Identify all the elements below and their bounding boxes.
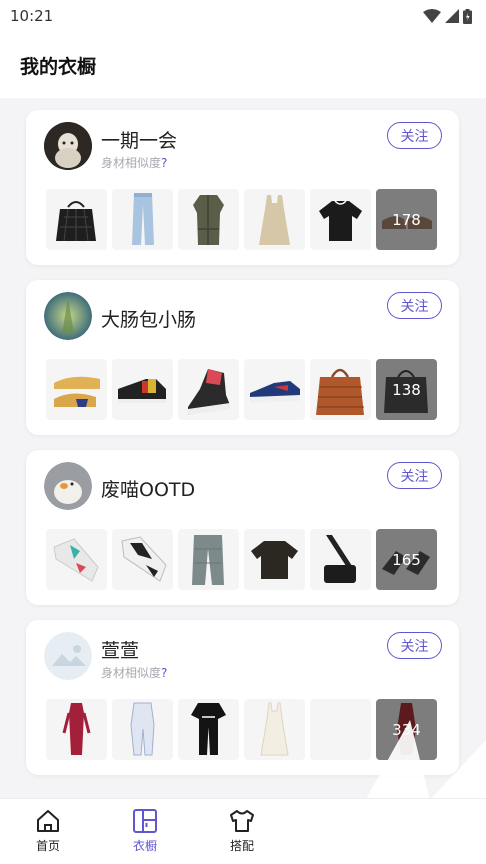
similarity-label: 身材相似度 <box>101 156 162 170</box>
clothing-item[interactable] <box>244 189 305 250</box>
status-icons <box>423 8 472 24</box>
clothing-item[interactable] <box>112 699 173 760</box>
clothing-item[interactable] <box>112 529 173 590</box>
similarity-help-icon[interactable]: ? <box>161 666 167 680</box>
tab-wardrobe[interactable]: 衣橱 <box>115 809 175 859</box>
follow-button[interactable]: 关注 <box>387 292 442 319</box>
avatar[interactable] <box>44 462 92 510</box>
status-bar: 10:21 <box>0 0 486 32</box>
clothing-item[interactable] <box>244 359 305 420</box>
more-items-thumbnail[interactable]: 165 <box>376 529 437 590</box>
avatar[interactable] <box>44 632 92 680</box>
clothing-item[interactable] <box>46 699 107 760</box>
tab-label: 搭配 <box>229 839 254 853</box>
tshirt-icon <box>230 810 254 832</box>
clothing-thumbnails: 165 <box>46 529 437 590</box>
clothing-item[interactable] <box>178 189 239 250</box>
wardrobe-feed[interactable]: 一期一会 身材相似度? 关注 178 大肠包小肠 关注 138 废喵OOTD 关… <box>0 98 486 798</box>
body-similarity[interactable]: 身材相似度? <box>101 664 167 681</box>
clothing-item[interactable] <box>310 359 371 420</box>
clothing-item[interactable] <box>244 529 305 590</box>
username[interactable]: 大肠包小肠 <box>101 305 196 332</box>
more-items-thumbnail[interactable]: 178 <box>376 189 437 250</box>
clothing-item[interactable] <box>112 189 173 250</box>
clothing-item[interactable] <box>46 529 107 590</box>
clothing-item[interactable] <box>310 189 371 250</box>
clothing-thumbnails: 334 <box>46 699 437 760</box>
battery-icon <box>463 8 472 24</box>
username[interactable]: 废喵OOTD <box>101 475 195 502</box>
tab-label: 首页 <box>35 839 60 853</box>
tab-home[interactable]: 首页 <box>18 809 78 859</box>
avatar[interactable] <box>44 122 92 170</box>
more-items-thumbnail[interactable]: 138 <box>376 359 437 420</box>
home-icon <box>37 810 59 832</box>
more-items-thumbnail[interactable]: 334 <box>376 699 437 760</box>
wardrobe-card[interactable]: 一期一会 身材相似度? 关注 178 <box>26 110 459 265</box>
clothing-item[interactable] <box>310 529 371 590</box>
clothing-item[interactable] <box>46 359 107 420</box>
clothing-item[interactable] <box>178 359 239 420</box>
avatar[interactable] <box>44 292 92 340</box>
wardrobe-card[interactable]: 萱萱 身材相似度? 关注 334 <box>26 620 459 775</box>
wardrobe-card[interactable]: 废喵OOTD 关注 165 <box>26 450 459 605</box>
follow-button[interactable]: 关注 <box>387 462 442 489</box>
follow-button[interactable]: 关注 <box>387 122 442 149</box>
more-items-count: 334 <box>392 720 421 739</box>
wifi-icon <box>423 9 441 23</box>
signal-icon <box>445 9 459 23</box>
header: 我的衣橱 <box>0 32 486 98</box>
similarity-help-icon[interactable]: ? <box>161 156 167 170</box>
wardrobe-card[interactable]: 大肠包小肠 关注 138 <box>26 280 459 435</box>
more-items-count: 165 <box>392 550 421 569</box>
clothing-item[interactable] <box>112 359 173 420</box>
clothing-item[interactable] <box>244 699 305 760</box>
status-time: 10:21 <box>10 7 54 25</box>
clothing-item[interactable] <box>46 189 107 250</box>
follow-button[interactable]: 关注 <box>387 632 442 659</box>
clothing-item[interactable] <box>310 699 371 760</box>
page-title: 我的衣橱 <box>20 55 97 78</box>
username[interactable]: 一期一会 <box>101 126 177 153</box>
tab-label: 衣橱 <box>132 839 157 853</box>
more-items-count: 178 <box>392 210 421 229</box>
clothing-thumbnails: 138 <box>46 359 437 420</box>
clothing-item[interactable] <box>178 699 239 760</box>
similarity-label: 身材相似度 <box>101 666 162 680</box>
bottom-tab-bar: 首页 衣橱 搭配 <box>0 798 486 864</box>
wardrobe-icon <box>133 809 157 833</box>
clothing-thumbnails: 178 <box>46 189 437 250</box>
body-similarity[interactable]: 身材相似度? <box>101 154 167 171</box>
more-items-count: 138 <box>392 380 421 399</box>
tab-outfits[interactable]: 搭配 <box>212 809 272 859</box>
clothing-item[interactable] <box>178 529 239 590</box>
username[interactable]: 萱萱 <box>101 636 139 663</box>
